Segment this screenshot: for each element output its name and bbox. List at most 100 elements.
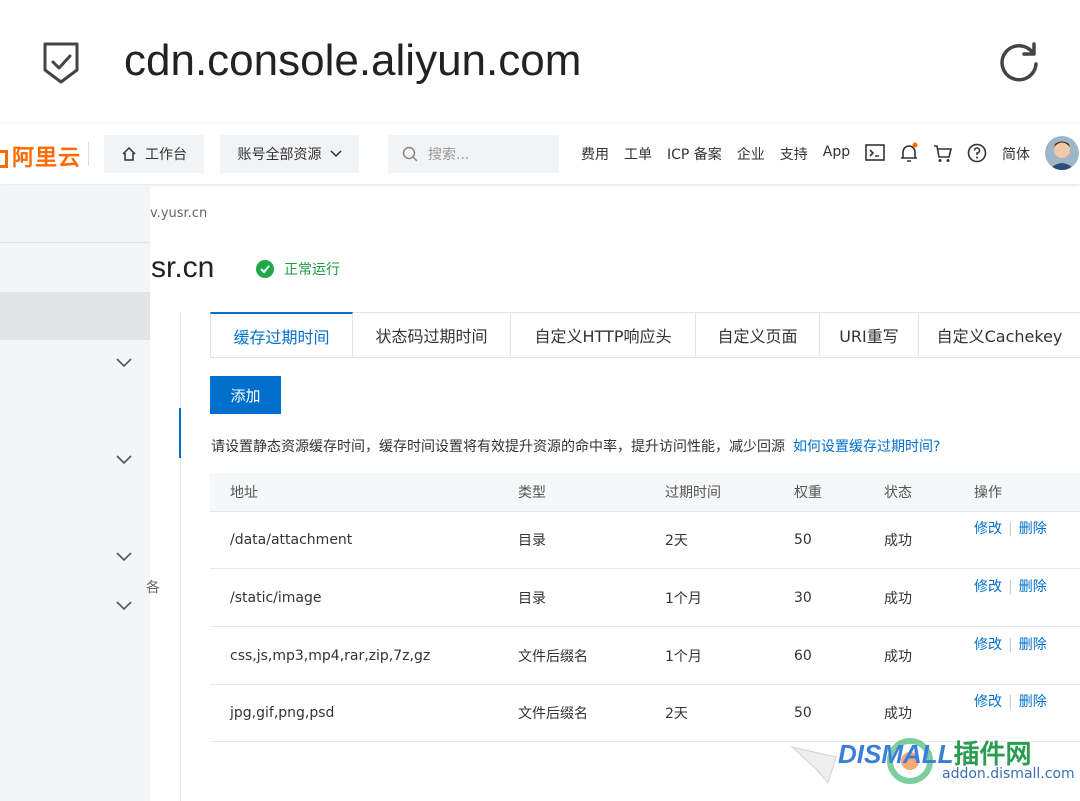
left-sidebar xyxy=(0,185,150,801)
delete-link[interactable]: 删除 xyxy=(1019,694,1047,710)
watermark-url: addon.dismall.com xyxy=(942,766,1075,782)
edit-link[interactable]: 修改 xyxy=(974,694,1002,710)
table-row: css,js,mp3,mp4,rar,zip,7z,gz 文件后缀名 1个月 6… xyxy=(210,627,1080,685)
user-avatar-icon xyxy=(1049,141,1075,170)
cell-ttl: 2天 xyxy=(665,705,688,722)
logo-text: 阿里云 xyxy=(12,145,82,170)
nav-link-support[interactable]: 支持 xyxy=(780,144,808,164)
cell-type: 文件后缀名 xyxy=(518,648,588,665)
delete-link[interactable]: 删除 xyxy=(1019,579,1047,595)
edit-link[interactable]: 修改 xyxy=(974,521,1002,537)
nav-link-enterprise[interactable]: 企业 xyxy=(737,144,765,164)
logo-divider xyxy=(88,142,89,166)
watermark-cn-text: 插件网 xyxy=(953,739,1032,769)
cell-status: 成功 xyxy=(884,590,912,607)
breadcrumb[interactable]: v.yusr.cn xyxy=(150,206,207,221)
delete-link[interactable]: 删除 xyxy=(1019,637,1047,653)
status-badge: 正常运行 xyxy=(256,259,340,279)
resources-label: 账号全部资源 xyxy=(237,147,322,163)
cell-weight: 60 xyxy=(794,647,812,664)
cell-status: 成功 xyxy=(884,648,912,665)
search-icon xyxy=(402,146,418,162)
table-header: 地址 类型 过期时间 权重 状态 操作 xyxy=(210,473,1080,512)
chevron-down-icon[interactable] xyxy=(116,358,132,368)
edit-link[interactable]: 修改 xyxy=(974,579,1002,595)
aliyun-logo[interactable]: 阿里云 xyxy=(0,140,81,172)
resources-dropdown[interactable]: 账号全部资源 xyxy=(220,135,359,173)
column-header-ttl: 过期时间 xyxy=(665,485,721,501)
nav-link-ticket[interactable]: 工单 xyxy=(624,144,652,164)
submenu-active-indicator xyxy=(179,408,181,458)
nav-link-app[interactable]: App xyxy=(823,144,850,164)
search-input[interactable]: 搜索... xyxy=(388,135,559,173)
workbench-label: 工作台 xyxy=(145,147,187,163)
browser-url-bar: cdn.console.aliyun.com xyxy=(0,0,1080,124)
tab-cache-expire[interactable]: 缓存过期时间 xyxy=(210,312,353,357)
cell-status: 成功 xyxy=(884,705,912,722)
cell-ttl: 1个月 xyxy=(665,648,702,665)
column-header-weight: 权重 xyxy=(794,485,822,501)
cell-weight: 30 xyxy=(794,589,812,606)
help-link[interactable]: 如何设置缓存过期时间? xyxy=(793,439,940,455)
bell-icon[interactable] xyxy=(898,142,920,164)
row-actions: 修改 | 删除 xyxy=(974,637,1047,653)
watermark-brand-text: DISMALL xyxy=(838,739,954,769)
chevron-down-icon[interactable] xyxy=(116,455,132,465)
cell-address: /static/image xyxy=(230,589,322,606)
row-actions: 修改 | 删除 xyxy=(974,521,1047,537)
table-row: /data/attachment 目录 2天 50 成功 修改 | 删除 xyxy=(210,511,1080,569)
chevron-down-icon[interactable] xyxy=(116,601,132,611)
tab-custom-page[interactable]: 自定义页面 xyxy=(696,313,820,356)
sidebar-divider xyxy=(0,242,150,243)
content-left-border xyxy=(180,312,181,801)
column-header-actions: 操作 xyxy=(974,485,1002,501)
cell-ttl: 2天 xyxy=(665,532,688,549)
tab-custom-http-header[interactable]: 自定义HTTP响应头 xyxy=(511,313,696,356)
cell-weight: 50 xyxy=(794,531,812,548)
column-header-status: 状态 xyxy=(884,485,912,501)
cell-type: 目录 xyxy=(518,590,546,607)
config-tabs: 缓存过期时间 状态码过期时间 自定义HTTP响应头 自定义页面 URI重写 自定… xyxy=(210,312,1080,358)
cell-status: 成功 xyxy=(884,532,912,549)
language-switch[interactable]: 简体 xyxy=(1002,144,1030,164)
cart-icon[interactable] xyxy=(932,142,954,164)
sidebar-item-active[interactable] xyxy=(0,292,150,340)
column-header-address: 地址 xyxy=(230,485,258,501)
help-icon[interactable] xyxy=(966,142,988,164)
sidebar-footer-text: 各 xyxy=(146,580,160,596)
tab-status-code-expire[interactable]: 状态码过期时间 xyxy=(353,313,511,356)
row-actions: 修改 | 删除 xyxy=(974,694,1047,710)
status-text: 正常运行 xyxy=(284,262,340,278)
nav-link-billing[interactable]: 费用 xyxy=(581,144,609,164)
cell-address: jpg,gif,png,psd xyxy=(230,704,335,721)
search-placeholder: 搜索... xyxy=(428,147,470,163)
check-circle-icon xyxy=(256,260,274,278)
cell-type: 文件后缀名 xyxy=(518,705,588,722)
chevron-down-icon xyxy=(329,150,342,158)
workbench-button[interactable]: 工作台 xyxy=(104,135,204,173)
terminal-icon[interactable] xyxy=(864,142,886,164)
cell-ttl: 1个月 xyxy=(665,590,702,607)
add-button[interactable]: 添加 xyxy=(210,376,281,414)
avatar[interactable] xyxy=(1045,136,1079,170)
cell-weight: 50 xyxy=(794,704,812,721)
nav-link-icp[interactable]: ICP 备案 xyxy=(667,144,722,164)
tip-message: 请设置静态资源缓存时间，缓存时间设置将有效提升资源的命中率，提升访问性能，减少回… xyxy=(211,439,785,455)
chevron-down-icon[interactable] xyxy=(116,552,132,562)
page-title: sr.cn xyxy=(151,251,215,284)
shield-icon[interactable] xyxy=(43,42,79,84)
edit-link[interactable]: 修改 xyxy=(974,637,1002,653)
cell-address: /data/attachment xyxy=(230,531,353,548)
tip-text: 请设置静态资源缓存时间，缓存时间设置将有效提升资源的命中率，提升访问性能，减少回… xyxy=(211,436,940,456)
home-icon xyxy=(122,146,136,161)
nav-links: 费用 工单 ICP 备案 企业 支持 App xyxy=(581,144,850,164)
cell-type: 目录 xyxy=(518,532,546,549)
url-text[interactable]: cdn.console.aliyun.com xyxy=(124,36,581,86)
cell-address: css,js,mp3,mp4,rar,zip,7z,gz xyxy=(230,647,431,664)
delete-link[interactable]: 删除 xyxy=(1019,521,1047,537)
tab-uri-rewrite[interactable]: URI重写 xyxy=(820,313,919,356)
reload-icon[interactable] xyxy=(996,40,1042,86)
tab-custom-cachekey[interactable]: 自定义Cachekey xyxy=(919,313,1080,356)
column-header-type: 类型 xyxy=(518,485,546,501)
row-actions: 修改 | 删除 xyxy=(974,579,1047,595)
